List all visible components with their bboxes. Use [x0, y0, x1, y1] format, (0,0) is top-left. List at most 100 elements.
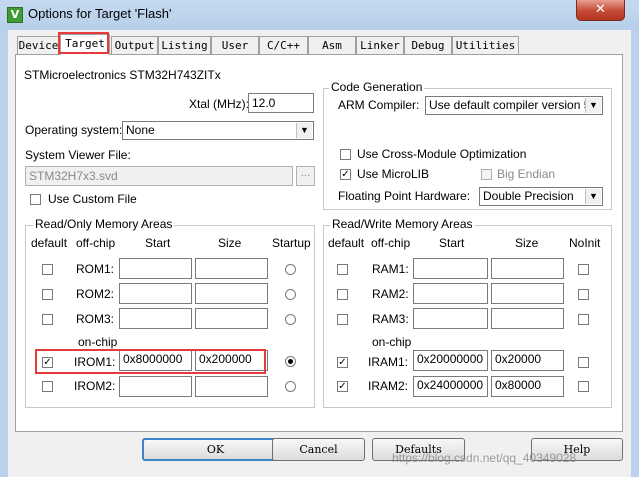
xtal-input[interactable]: 12.0	[248, 93, 314, 113]
tab-c-cpp[interactable]: C/C++	[259, 36, 308, 54]
os-select[interactable]: None ▼	[122, 121, 314, 140]
use-custom-file-label: Use Custom File	[48, 192, 137, 206]
compiler-select[interactable]: Use default compiler version 5 ▼	[425, 96, 603, 115]
irom1-startup-radio[interactable]	[285, 356, 296, 367]
rom1-start-input[interactable]	[119, 258, 192, 279]
iram1-size-input[interactable]: 0x20000	[491, 350, 564, 371]
keil-app-icon: V	[7, 7, 23, 23]
cross-module-checkbox[interactable]	[340, 149, 351, 160]
chevron-down-icon: ▼	[585, 98, 601, 113]
ram1-noinit-checkbox[interactable]	[578, 264, 589, 275]
rom1-size-input[interactable]	[195, 258, 268, 279]
rom3-start-input[interactable]	[119, 308, 192, 329]
svf-label: System Viewer File:	[25, 148, 131, 162]
rom2-size-input[interactable]	[195, 283, 268, 304]
rom3-size-input[interactable]	[195, 308, 268, 329]
microlib-checkbox[interactable]: ✓	[340, 169, 351, 180]
close-button[interactable]: ✕	[576, 0, 625, 21]
rom2-startup-radio[interactable]	[285, 289, 296, 300]
iram1-noinit-checkbox[interactable]	[578, 357, 589, 368]
rom-header-offchip: off-chip	[76, 236, 116, 250]
code-generation-title: Code Generation	[329, 80, 425, 94]
big-endian-checkbox[interactable]	[481, 169, 492, 180]
xtal-label: Xtal (MHz):	[189, 97, 249, 111]
ram1-start-input[interactable]	[413, 258, 488, 279]
iram1-start-input[interactable]: 0x20000000	[413, 350, 488, 371]
rom-header-startup: Startup	[272, 236, 311, 250]
os-select-value: None	[126, 123, 155, 137]
ram1-size-input[interactable]	[491, 258, 564, 279]
rom-header-start: Start	[145, 236, 171, 250]
rom2-default-checkbox[interactable]	[42, 289, 53, 300]
tab-utilities[interactable]: Utilities	[452, 36, 519, 54]
irom2-size-input[interactable]	[195, 376, 268, 397]
ram2-size-input[interactable]	[491, 283, 564, 304]
tab-asm[interactable]: Asm	[308, 36, 356, 54]
fp-label: Floating Point Hardware:	[338, 189, 471, 203]
ram3-default-checkbox[interactable]	[337, 314, 348, 325]
ram-header-default: default	[328, 236, 365, 250]
watermark-url: https://blog.csdn.net/qq_40349028	[392, 451, 577, 465]
iram2-noinit-checkbox[interactable]	[578, 381, 589, 392]
ram3-noinit-checkbox[interactable]	[578, 314, 589, 325]
ram-onchip-label: on-chip	[372, 335, 412, 349]
rom2-start-input[interactable]	[119, 283, 192, 304]
ram3-start-input[interactable]	[413, 308, 488, 329]
irom2-startup-radio[interactable]	[285, 381, 296, 392]
iram1-default-checkbox[interactable]: ✓	[337, 357, 348, 368]
iram2-default-checkbox[interactable]: ✓	[337, 381, 348, 392]
irom2-start-input[interactable]	[119, 376, 192, 397]
chevron-down-icon: ▼	[296, 123, 312, 138]
os-label: Operating system:	[25, 123, 123, 137]
cross-module-label: Use Cross-Module Optimization	[357, 147, 527, 161]
iram1-label: IRAM1:	[368, 355, 409, 369]
tab-user[interactable]: User	[211, 36, 259, 54]
ram2-start-input[interactable]	[413, 283, 488, 304]
compiler-label: ARM Compiler:	[338, 98, 420, 112]
ram3-label: RAM3:	[372, 312, 409, 326]
iram2-size-input[interactable]: 0x80000	[491, 376, 564, 397]
window-frame-left	[0, 30, 8, 477]
ram-header-size: Size	[515, 236, 539, 250]
ram2-label: RAM2:	[372, 287, 409, 301]
iram2-label: IRAM2:	[368, 379, 409, 393]
rom3-default-checkbox[interactable]	[42, 314, 53, 325]
ram-group-title: Read/Write Memory Areas	[330, 217, 475, 231]
svf-browse-button[interactable]: ...	[296, 166, 315, 186]
tab-device[interactable]: Device	[17, 36, 60, 54]
ram2-default-checkbox[interactable]	[337, 289, 348, 300]
chevron-down-icon: ▼	[585, 189, 601, 204]
ram-header-noinit: NoInit	[569, 236, 601, 250]
compiler-select-value: Use default compiler version 5	[429, 98, 591, 112]
iram2-start-input[interactable]: 0x24000000	[413, 376, 488, 397]
target-tab-highlight	[58, 32, 109, 54]
fp-select[interactable]: Double Precision ▼	[479, 187, 603, 206]
ram1-label: RAM1:	[372, 262, 409, 276]
ram3-size-input[interactable]	[491, 308, 564, 329]
rom2-label: ROM2:	[76, 287, 115, 301]
rom3-startup-radio[interactable]	[285, 314, 296, 325]
big-endian-label: Big Endian	[497, 167, 556, 181]
ram2-noinit-checkbox[interactable]	[578, 289, 589, 300]
ram-header-start: Start	[439, 236, 465, 250]
tab-debug[interactable]: Debug	[404, 36, 452, 54]
tab-output[interactable]: Output	[111, 36, 158, 54]
irom1-highlight-box	[35, 349, 266, 374]
rom-group-title: Read/Only Memory Areas	[33, 217, 175, 231]
ram-header-offchip: off-chip	[371, 236, 411, 250]
fp-select-value: Double Precision	[483, 189, 574, 203]
device-name: STMicroelectronics STM32H743ZITx	[24, 68, 221, 82]
irom2-label: IROM2:	[74, 379, 116, 393]
rom3-label: ROM3:	[76, 312, 115, 326]
tab-linker[interactable]: Linker	[356, 36, 404, 54]
irom2-default-checkbox[interactable]	[42, 381, 53, 392]
tab-listing[interactable]: Listing	[158, 36, 211, 54]
window-title: Options for Target 'Flash'	[28, 6, 172, 21]
ok-button[interactable]: OK	[142, 438, 289, 461]
cancel-button[interactable]: Cancel	[272, 438, 365, 461]
ram1-default-checkbox[interactable]	[337, 264, 348, 275]
rom1-default-checkbox[interactable]	[42, 264, 53, 275]
svf-input[interactable]: STM32H7x3.svd	[25, 166, 293, 186]
use-custom-file-checkbox[interactable]	[30, 194, 41, 205]
rom1-startup-radio[interactable]	[285, 264, 296, 275]
